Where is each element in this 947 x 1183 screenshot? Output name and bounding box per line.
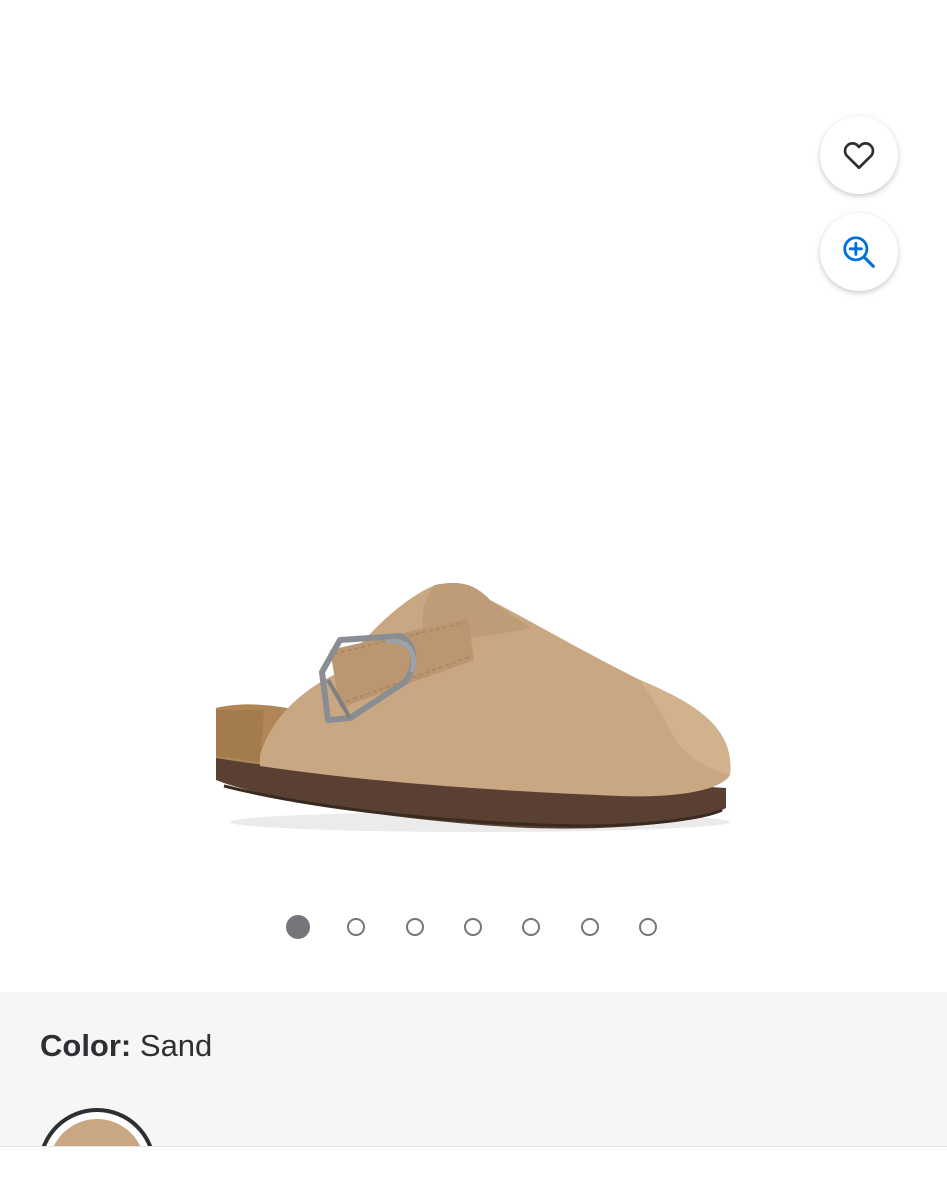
heart-icon: [843, 142, 875, 170]
zoom-image-button[interactable]: [820, 213, 898, 291]
pagination-dot-1[interactable]: [286, 915, 310, 939]
pagination-dot-6[interactable]: [581, 918, 599, 936]
image-pagination: [0, 914, 947, 940]
pagination-dot-7[interactable]: [639, 918, 657, 936]
color-selector-panel: [0, 992, 947, 1146]
pagination-dot-5[interactable]: [522, 918, 540, 936]
product-image-clog[interactable]: [200, 560, 760, 860]
pagination-dot-2[interactable]: [347, 918, 365, 936]
pagination-dot-3[interactable]: [406, 918, 424, 936]
zoom-in-icon: [843, 236, 875, 268]
color-label-key: Color:: [40, 1028, 132, 1063]
product-image-gallery: [0, 0, 947, 992]
pagination-dot-4[interactable]: [464, 918, 482, 936]
color-label: Color: Sand: [40, 1028, 212, 1064]
bottom-bar: [0, 1146, 947, 1183]
add-to-favorites-button[interactable]: [820, 116, 898, 194]
color-value: Sand: [139, 1028, 213, 1063]
